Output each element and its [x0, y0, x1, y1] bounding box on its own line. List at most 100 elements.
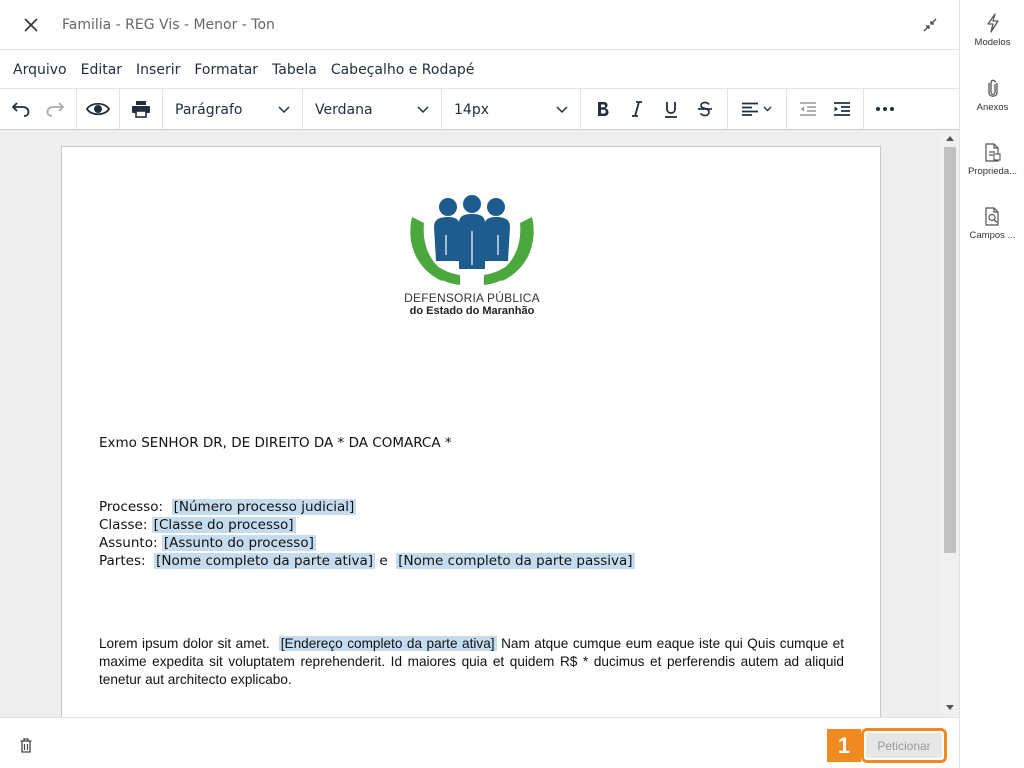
sidebar-item-modelos[interactable]: Modelos: [960, 0, 1024, 50]
logo-subtitle: do Estado do Maranhão: [409, 305, 535, 317]
menu-formatar[interactable]: Formatar: [187, 62, 265, 78]
sidebar-item-label: Proprieda...: [967, 166, 1018, 177]
classe-field[interactable]: [Classe do processo]: [151, 517, 296, 533]
body-paragraph: Lorem ipsum dolor sit amet. [Endereço co…: [99, 635, 844, 689]
classe-label: Classe:: [99, 517, 148, 533]
step-badge: 1: [827, 729, 861, 762]
text-style-group: [581, 89, 728, 129]
preview-button[interactable]: [81, 92, 115, 126]
undo-button[interactable]: [4, 92, 38, 126]
submit-highlight: Peticionar: [861, 728, 947, 763]
sidebar-item-propriedades[interactable]: Proprieda...: [960, 129, 1024, 179]
processo-field[interactable]: [Número processo judicial]: [171, 499, 357, 515]
block-format-select[interactable]: Parágrafo: [163, 89, 303, 130]
menu-bar: Arquivo Editar Inserir Formatar Tabela C…: [0, 51, 959, 89]
bold-icon: [598, 102, 609, 116]
menu-editar[interactable]: Editar: [74, 62, 129, 78]
outdent-button[interactable]: [791, 92, 825, 126]
partes-label: Partes:: [99, 553, 146, 569]
assunto-field[interactable]: [Assunto do processo]: [161, 535, 316, 551]
strikethrough-icon: [698, 101, 712, 117]
editor-footer: 1 Peticionar: [0, 717, 959, 768]
sidebar-item-label: Campos ...: [969, 230, 1016, 241]
more-group: [864, 89, 906, 129]
print-icon: [132, 101, 150, 118]
more-icon: [876, 107, 894, 111]
document-search-icon: [983, 205, 1003, 227]
parte-ativa-field[interactable]: [Nome completo da parte ativa]: [154, 553, 376, 569]
document-properties-icon: [983, 141, 1003, 163]
indent-button[interactable]: [825, 92, 859, 126]
formatting-toolbar: Parágrafo Verdana 14px: [0, 89, 959, 130]
minimize-button[interactable]: [919, 14, 941, 36]
menu-tabela[interactable]: Tabela: [265, 62, 324, 78]
paperclip-icon: [983, 77, 1003, 99]
font-size-select[interactable]: 14px: [442, 89, 581, 130]
partes-connector: e: [379, 553, 388, 569]
title-bar: Familia - REG Vis - Menor - Ton: [0, 0, 959, 50]
document-editor-app: Familia - REG Vis - Menor - Ton Arquivo …: [0, 0, 1024, 768]
underline-icon: [665, 101, 677, 118]
indent-group: [787, 89, 864, 129]
menu-cabecalho-rodape[interactable]: Cabeçalho e Rodapé: [324, 62, 482, 78]
editor-scrollbar[interactable]: [941, 130, 959, 717]
outdent-icon: [800, 102, 816, 116]
align-group: [728, 89, 787, 129]
chevron-down-icon: [417, 105, 429, 113]
italic-icon: [632, 101, 642, 117]
scroll-down-button[interactable]: [941, 699, 959, 715]
document-page[interactable]: DEFENSORIA PÚBLICA do Estado do Maranhão…: [61, 146, 881, 717]
print-group: [120, 89, 163, 129]
logo-title: DEFENSORIA PÚBLICA: [404, 291, 540, 305]
close-icon: [24, 17, 38, 32]
bold-button[interactable]: [586, 92, 620, 126]
scroll-thumb[interactable]: [944, 147, 956, 553]
close-button[interactable]: [0, 0, 62, 50]
assunto-line: Assunto: [Assunto do processo]: [99, 534, 316, 552]
underline-button[interactable]: [654, 92, 688, 126]
italic-button[interactable]: [620, 92, 654, 126]
partes-line: Partes: [Nome completo da parte ativa] e…: [99, 552, 635, 570]
font-family-select[interactable]: Verdana: [303, 89, 442, 130]
salutation-text: Exmo SENHOR DR, DE DIREITO DA * DA COMAR…: [99, 435, 452, 451]
print-button[interactable]: [124, 92, 158, 126]
sidebar-item-anexos[interactable]: Anexos: [960, 65, 1024, 115]
redo-button[interactable]: [38, 92, 72, 126]
menu-arquivo[interactable]: Arquivo: [6, 62, 74, 78]
eye-icon: [86, 102, 110, 116]
document-title: Familia - REG Vis - Menor - Ton: [62, 16, 275, 33]
endereco-field[interactable]: [Endereço completo da parte ativa]: [278, 636, 497, 651]
caret-up-icon: [946, 135, 954, 141]
classe-line: Classe: [Classe do processo]: [99, 516, 296, 534]
sidebar-item-label: Modelos: [974, 37, 1011, 48]
sidebar-item-campos[interactable]: Campos ...: [960, 193, 1024, 243]
preview-group: [77, 89, 120, 129]
chevron-down-icon: [278, 105, 290, 113]
trash-icon: [20, 737, 32, 753]
menu-inserir[interactable]: Inserir: [129, 62, 187, 78]
family-hands-logo-icon: [410, 195, 534, 285]
minimize-icon: [923, 18, 937, 32]
strikethrough-button[interactable]: [688, 92, 722, 126]
font-family-value: Verdana: [315, 101, 373, 118]
undo-icon: [11, 102, 30, 117]
align-button[interactable]: [736, 92, 778, 126]
block-format-value: Parágrafo: [175, 101, 243, 118]
sidebar-item-label: Anexos: [976, 102, 1009, 113]
caret-down-icon: [946, 704, 954, 710]
right-sidebar: Modelos Anexos Proprieda... Campos ...: [959, 0, 1024, 768]
history-group: [0, 89, 77, 129]
scroll-up-button[interactable]: [941, 130, 959, 146]
chevron-down-icon: [556, 105, 568, 113]
peticionar-button[interactable]: Peticionar: [866, 733, 942, 758]
editor-canvas: DEFENSORIA PÚBLICA do Estado do Maranhão…: [0, 130, 959, 717]
lightning-icon: [983, 12, 1003, 34]
processo-line: Processo: [Número processo judicial]: [99, 498, 357, 516]
assunto-label: Assunto:: [99, 535, 158, 551]
processo-label: Processo:: [99, 499, 164, 515]
delete-button[interactable]: [17, 735, 35, 755]
redo-icon: [46, 102, 65, 117]
more-button[interactable]: [868, 92, 902, 126]
align-left-icon: [742, 102, 772, 116]
parte-passiva-field[interactable]: [Nome completo da parte passiva]: [396, 553, 635, 569]
